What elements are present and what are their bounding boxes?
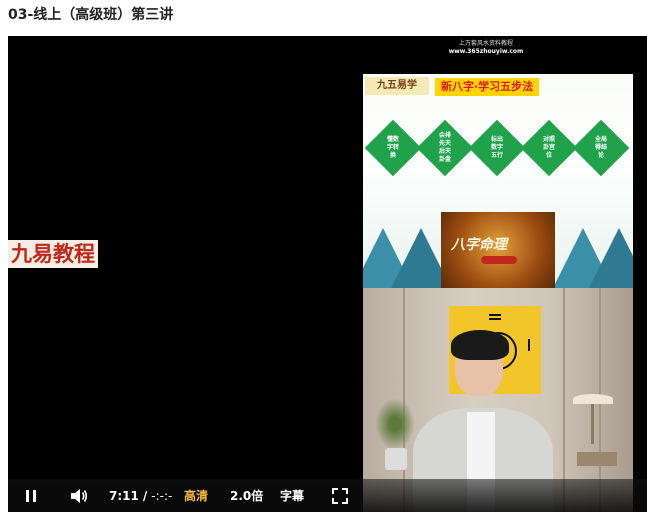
duration: -:-:-: [151, 488, 173, 503]
presenter-hair: [451, 330, 509, 360]
book-seal: [481, 256, 517, 264]
trigram-mark: [528, 339, 530, 351]
page-title: 03-线上（高级班）第三讲: [8, 7, 174, 23]
time-separator: /: [142, 488, 148, 503]
time-display: 7:11 / -:-:-: [109, 479, 172, 512]
slide-title: 新八字·学习五步法: [435, 78, 540, 96]
lamp-stand: [591, 404, 594, 444]
current-time: 7:11: [109, 488, 139, 503]
lamp-shade: [573, 394, 613, 404]
pause-button[interactable]: [24, 479, 38, 512]
quality-button[interactable]: 高清: [184, 479, 208, 512]
volume-icon: [71, 488, 88, 503]
player-control-bar: 7:11 / -:-:- 高清 2.0倍 字幕: [8, 479, 647, 512]
fullscreen-button[interactable]: [332, 479, 348, 512]
video-player[interactable]: 九易教程 上万套风水资料教程 www.365zhouyiw.com 九五易学 新…: [8, 36, 647, 512]
trigram-mark: [489, 314, 501, 316]
speed-button[interactable]: 2.0倍: [230, 479, 263, 512]
mountain-decoration: [589, 228, 633, 288]
plant-pot: [385, 448, 407, 470]
book-title: 八字命理: [451, 237, 507, 253]
slide-logo: 九五易学: [365, 77, 429, 95]
side-table: [577, 452, 617, 466]
subtitles-button[interactable]: 字幕: [280, 479, 304, 512]
fullscreen-icon: [332, 487, 348, 504]
watermark-logo: 九易教程: [8, 240, 98, 268]
lecture-slide: 九五易学 新八字·学习五步法 懂数字转换 会排先天后天卦盘 标出数字五行 对照卦…: [363, 74, 633, 288]
volume-button[interactable]: [70, 479, 88, 512]
plant-decoration: [375, 398, 415, 450]
trigram-mark: [489, 318, 501, 320]
book-cover-image: 八字命理: [441, 212, 555, 288]
step-label: 标出数字五行: [490, 136, 503, 159]
step-label: 懂数字转换: [386, 136, 399, 159]
step-label: 全局得结论: [594, 136, 607, 159]
site-url-text: www.365zhouyiw.com: [448, 48, 524, 55]
step-label: 会排先天后天卦盘: [438, 132, 451, 163]
pause-icon: [24, 489, 38, 502]
step-label: 对照卦宫位: [542, 136, 555, 159]
